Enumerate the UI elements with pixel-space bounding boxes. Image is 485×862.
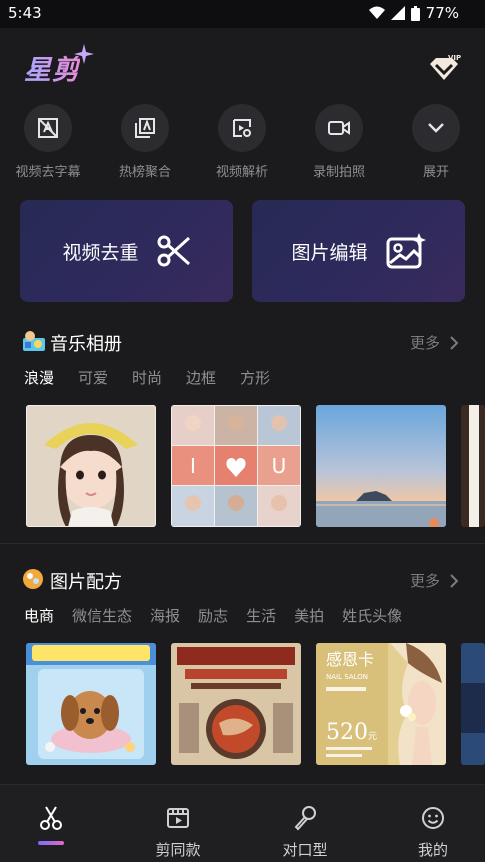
tab-profile[interactable]: 我的 [373,785,485,862]
partial-image [461,643,485,765]
nail-card-price: 520 [326,720,368,745]
battery-icon [410,5,420,21]
grid-letter: U [272,454,287,478]
image-recipe-icon [23,569,43,589]
trending-icon [121,104,169,152]
image-edit-button[interactable]: 图片编辑 [252,200,465,302]
microphone-icon [294,806,316,831]
tool-label: 热榜聚合 [118,165,171,180]
more-label: 更多 [409,334,440,352]
album-template-card[interactable] [26,405,156,527]
category-tab[interactable]: 生活 [246,605,276,626]
category-tab[interactable]: 时尚 [132,367,162,388]
portrait-image [26,405,156,527]
category-tab[interactable]: 电商 [24,605,54,626]
sparkle-icon [74,44,94,64]
album-template-card[interactable]: I U [171,405,301,527]
wifi-icon [368,6,385,19]
category-tab[interactable]: 微信生态 [72,605,132,626]
camera-record-icon [315,104,363,152]
system-icons: 77% [368,4,459,22]
image-edit-label: 图片编辑 [291,241,368,264]
template-film-icon [167,808,189,828]
nail-card-subtitle: NAIL SALON [326,673,368,681]
category-tab[interactable]: 励志 [198,605,228,626]
chevron-down-icon [412,104,460,152]
music-album-more[interactable]: 更多 [410,332,458,353]
status-bar: 5:43 77% [0,0,485,28]
album-template-card[interactable] [316,405,446,527]
category-tab[interactable]: 海报 [150,605,180,626]
remove-subtitle-icon [24,104,72,152]
section-title: 图片配方 [50,572,122,593]
more-label: 更多 [409,572,440,590]
section-title: 音乐相册 [50,334,122,355]
category-tab[interactable]: 可爱 [78,367,108,388]
tab-templates[interactable]: 剪同款 [118,785,238,862]
album-template-card[interactable] [461,405,485,527]
recipe-template-card[interactable] [171,643,301,765]
video-dedup-button[interactable]: 视频去重 [20,200,233,302]
tab-label: 对口型 [282,841,328,859]
nail-card-unit: 元 [368,732,377,742]
video-dedup-label: 视频去重 [62,241,139,264]
chevron-right-icon [450,573,458,588]
tab-label: 我的 [417,841,448,859]
category-tab[interactable]: 浪漫 [24,367,54,388]
tool-video-parse[interactable]: 视频解析 [202,104,282,180]
hotpot-poster-image [171,643,301,765]
battery-percent: 77% [425,4,459,22]
status-time: 5:43 [8,4,42,22]
category-tab[interactable]: 美拍 [294,605,324,626]
tool-label: 展开 [422,165,449,180]
quick-tools: 视频去字幕 热榜聚合 视频解析 录制拍照 展开 [0,104,485,184]
tab-lip-sync[interactable]: 对口型 [245,785,365,862]
scissors-tab-icon [40,806,62,830]
image-recipe-thumbnails: 感恩卡 NAIL SALON 520 元 [26,643,485,765]
nail-salon-image: 感恩卡 NAIL SALON 520 元 [316,643,446,765]
chevron-right-icon [450,335,458,350]
svg-text:VIP: VIP [448,54,461,62]
app-logo: 星剪 [24,48,80,87]
tab-label: 剪同款 [155,841,201,859]
recipe-template-card[interactable] [26,643,156,765]
recipe-template-card[interactable]: 感恩卡 NAIL SALON 520 元 [316,643,446,765]
puppy-image [26,643,156,765]
image-recipe-header: 图片配方 更多 [22,566,462,594]
sunset-image [316,405,446,527]
recipe-template-card[interactable] [461,643,485,765]
bottom-tab-bar: 剪同款 对口型 我的 [0,784,485,862]
tool-trending[interactable]: 热榜聚合 [105,104,185,180]
tab-edit[interactable] [0,785,111,862]
tool-label: 视频解析 [215,165,268,180]
nail-card-title: 感恩卡 [326,650,374,669]
music-album-icon [23,331,45,351]
tool-remove-subtitle[interactable]: 视频去字幕 [8,104,88,180]
category-tab[interactable]: 边框 [186,367,216,388]
love-grid-image: I U [171,405,301,527]
vip-diamond-icon[interactable]: VIP [426,52,462,84]
tool-label: 录制拍照 [312,165,365,180]
smile-face-icon [422,807,444,829]
category-tab[interactable]: 姓氏头像 [342,605,402,626]
image-recipe-more[interactable]: 更多 [410,570,458,591]
tool-label: 视频去字幕 [15,165,81,180]
video-parse-icon [218,104,266,152]
active-tab-indicator [38,841,64,845]
category-tab[interactable]: 方形 [240,367,270,388]
partial-image [461,405,485,527]
tool-camera-record[interactable]: 录制拍照 [299,104,379,180]
music-album-header: 音乐相册 更多 [22,328,462,356]
signal-icon [390,6,405,20]
music-album-categories: 浪漫 可爱 时尚 边框 方形 [24,367,270,388]
image-recipe-categories: 电商 微信生态 海报 励志 生活 美拍 姓氏头像 [24,605,402,626]
image-edit-icon [386,233,426,269]
tool-expand[interactable]: 展开 [396,104,476,180]
scissors-icon [157,235,190,267]
grid-letter: I [190,454,196,478]
music-album-thumbnails: I U [26,405,485,527]
section-divider [0,543,485,544]
